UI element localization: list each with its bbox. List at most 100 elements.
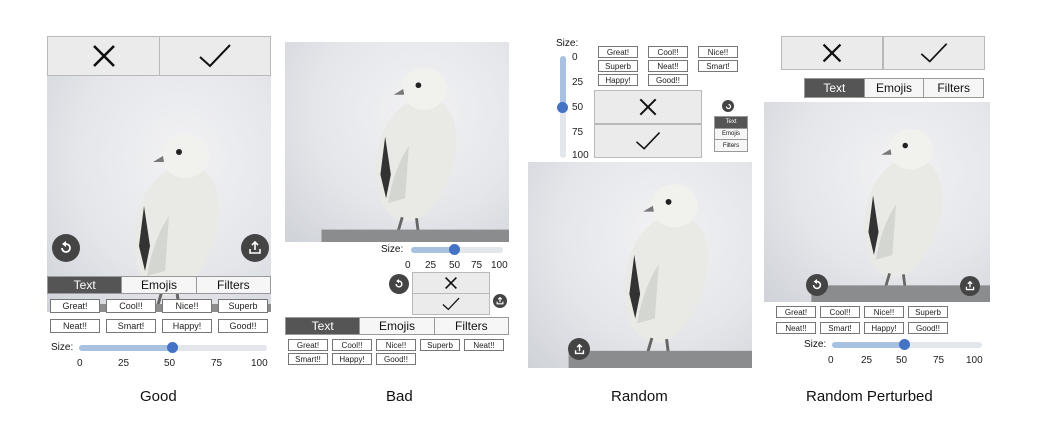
caption-bad: Bad (386, 388, 413, 405)
confirm-button[interactable] (594, 124, 702, 158)
chip-great[interactable]: Great! (598, 46, 638, 58)
size-slider-knob[interactable] (557, 102, 568, 113)
close-icon (445, 277, 457, 289)
size-slider-knob[interactable] (899, 339, 910, 350)
tick-label: 50 (164, 358, 176, 368)
chip-smart[interactable]: Smart! (820, 322, 860, 334)
tick-label: 100 (251, 358, 268, 368)
tick-label: 50 (572, 102, 584, 113)
tick-label: 100 (572, 150, 589, 161)
chip-cool[interactable]: Cool!! (648, 46, 688, 58)
tick-label: 75 (572, 127, 584, 138)
tab-emojis[interactable]: Emojis (863, 79, 924, 97)
chip-happy[interactable]: Happy! (598, 74, 638, 86)
chip-great[interactable]: Great! (288, 339, 328, 351)
chip-neat[interactable]: Neat!! (776, 322, 816, 334)
size-slider-knob[interactable] (167, 342, 178, 353)
tab-filters[interactable]: Filters (923, 79, 983, 97)
tab-filters[interactable]: Filters (433, 318, 508, 334)
tab-emojis[interactable]: Emojis (359, 318, 433, 334)
chip-happy[interactable]: Happy! (332, 353, 372, 365)
size-label: Size: (381, 244, 404, 255)
cancel-button[interactable] (47, 36, 160, 76)
share-button[interactable] (568, 338, 590, 360)
checkmark-icon (920, 43, 948, 63)
chip-cool[interactable]: Cool!! (332, 339, 372, 351)
confirm-button[interactable] (159, 36, 271, 76)
chip-nice[interactable]: Nice!! (864, 306, 904, 318)
tick-label: 50 (449, 260, 461, 271)
chip-happy[interactable]: Happy! (864, 322, 904, 334)
tick-label: 0 (405, 260, 411, 271)
chip-great[interactable]: Great! (50, 299, 100, 313)
confirm-button[interactable] (412, 293, 490, 315)
tab-emojis[interactable]: Emojis (715, 127, 747, 140)
cancel-button[interactable] (594, 90, 702, 124)
share-button[interactable] (493, 294, 507, 308)
confirm-button[interactable] (883, 36, 985, 70)
share-button[interactable] (241, 234, 269, 262)
caption-random: Random (611, 388, 668, 405)
tab-filters[interactable]: Filters (195, 277, 270, 293)
tab-emojis[interactable]: Emojis (121, 277, 195, 293)
chip-superb[interactable]: Superb (908, 306, 948, 318)
tick-label: 50 (896, 355, 908, 366)
tick-label: 25 (118, 358, 130, 368)
size-slider-knob[interactable] (449, 244, 460, 255)
chip-superb[interactable]: Superb (598, 60, 638, 72)
close-icon (822, 43, 842, 63)
share-button[interactable] (960, 276, 980, 296)
chip-good[interactable]: Good!! (908, 322, 948, 334)
chip-nice[interactable]: Nice!! (698, 46, 738, 58)
reset-button[interactable] (389, 274, 409, 294)
reset-button[interactable] (722, 100, 734, 112)
chip-neat[interactable]: Neat!! (50, 319, 100, 333)
tab-text[interactable]: Text (715, 117, 747, 128)
reset-icon (812, 279, 822, 290)
tab-text[interactable]: Text (286, 318, 360, 334)
tick-label: 100 (491, 260, 508, 271)
chip-nice[interactable]: Nice!! (162, 299, 212, 313)
chip-good[interactable]: Good!! (648, 74, 688, 86)
bird-photo (528, 162, 752, 368)
size-slider-fill (832, 342, 907, 348)
cancel-button[interactable] (781, 36, 883, 70)
panel-random-perturbed: Text Emojis Filters Great! Cool!! Nice!!… (764, 36, 990, 368)
chip-cool[interactable]: Cool!! (106, 299, 156, 313)
chip-nice[interactable]: Nice!! (376, 339, 416, 351)
chip-cool[interactable]: Cool!! (820, 306, 860, 318)
size-label: Size: (804, 339, 827, 350)
chip-smart[interactable]: Smart!! (288, 353, 328, 365)
tick-label: 0 (828, 355, 834, 366)
chip-good[interactable]: Good!! (218, 319, 268, 333)
reset-button[interactable] (52, 234, 80, 262)
caption-random-perturbed: Random Perturbed (806, 388, 933, 405)
chip-happy[interactable]: Happy! (162, 319, 212, 333)
reset-button[interactable] (806, 274, 828, 296)
chip-superb[interactable]: Superb (218, 299, 268, 313)
tab-bar: Text Emojis Filters (47, 276, 271, 294)
bird-photo (764, 102, 990, 302)
chip-smart[interactable]: Smart! (698, 60, 738, 72)
tick-label: 75 (211, 358, 223, 368)
chip-smart[interactable]: Smart! (106, 319, 156, 333)
chip-great[interactable]: Great! (776, 306, 816, 318)
tick-label: 75 (471, 260, 483, 271)
share-icon (965, 281, 975, 291)
tick-label: 75 (933, 355, 945, 366)
chip-good[interactable]: Good!! (376, 353, 416, 365)
chip-neat[interactable]: Neat!! (648, 60, 688, 72)
tab-bar: Text Emojis Filters (285, 317, 509, 335)
tab-filters[interactable]: Filters (715, 139, 747, 151)
tab-bar: Text Emojis Filters (804, 78, 984, 98)
share-icon (249, 241, 261, 254)
chip-neat[interactable]: Neat!! (464, 339, 504, 351)
tab-text[interactable]: Text (48, 277, 122, 293)
tab-text[interactable]: Text (805, 79, 864, 97)
chip-superb[interactable]: Superb (420, 339, 460, 351)
reset-icon (395, 279, 403, 288)
panel-bad: Size: 0 25 50 75 100 Text Emojis Filters… (285, 36, 509, 368)
tick-label: 25 (861, 355, 873, 366)
reset-icon (61, 241, 71, 253)
cancel-button[interactable] (412, 272, 490, 294)
